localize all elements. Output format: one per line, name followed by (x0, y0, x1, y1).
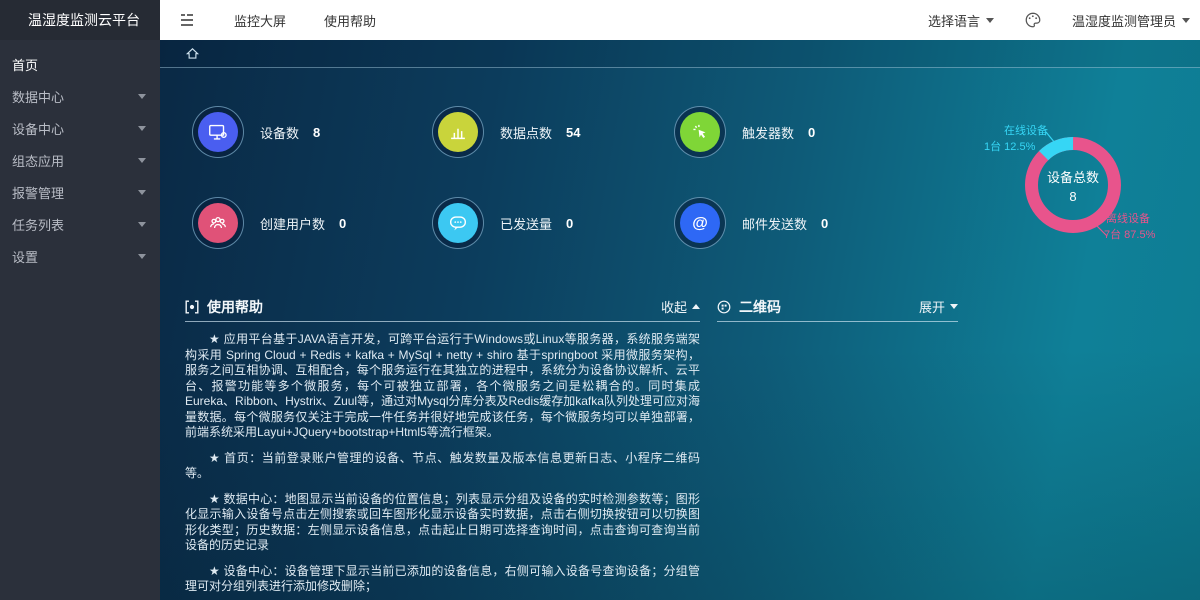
chevron-down-icon (986, 18, 994, 23)
stat-ring (432, 106, 484, 158)
legend-offline-value: 7台 87.5% (1104, 227, 1156, 241)
stat-device-count: 设备数 8 (192, 106, 320, 158)
user-name: 温湿度监测管理员 (1072, 11, 1176, 30)
legend-online-label: 在线设备 (1004, 123, 1048, 137)
sidebar-item-configuration-app[interactable]: 组态应用 (0, 144, 160, 176)
donut-center-value: 8 (1069, 189, 1076, 204)
user-menu[interactable]: 温湿度监测管理员 (1072, 11, 1190, 30)
help-panel-title: 使用帮助 (207, 297, 263, 317)
chevron-down-icon (138, 222, 146, 227)
sidebar-item-label: 组态应用 (12, 151, 64, 170)
device-total-donut-chart: 在线设备 1台 12.5% 离线设备 7台 87.5% 设备总数 8 (950, 102, 1200, 272)
help-panel-body: ★ 应用平台基于JAVA语言开发，可跨平台运行于Windows或Linux等服务… (185, 332, 700, 600)
qr-code-icon (717, 300, 731, 314)
stat-ring (192, 106, 244, 158)
stat-label: 已发送量 (500, 214, 552, 233)
chevron-down-icon (138, 94, 146, 99)
sidebar-item-data-center[interactable]: 数据中心 (0, 80, 160, 112)
stat-value: 0 (339, 216, 346, 231)
caret-up-icon (692, 304, 700, 309)
caret-down-icon (950, 304, 958, 309)
app-title: 温湿度监测云平台 (0, 0, 160, 40)
help-panel: 使用帮助 收起 (185, 296, 700, 322)
legend-offline-label: 离线设备 (1106, 211, 1150, 225)
language-label: 选择语言 (928, 11, 980, 30)
help-paragraph: ★ 应用平台基于JAVA语言开发，可跨平台运行于Windows或Linux等服务… (185, 332, 700, 441)
collapse-sidebar-icon[interactable] (178, 12, 196, 28)
stat-value: 54 (566, 125, 580, 140)
stat-sent-volume: 已发送量 0 (432, 197, 573, 249)
stat-ring (432, 197, 484, 249)
main-content: 设备数 8 数据点数 54 触发器数 0 (160, 40, 1200, 600)
sidebar-item-label: 任务列表 (12, 215, 64, 234)
chevron-down-icon (138, 126, 146, 131)
theme-palette-icon[interactable] (1024, 11, 1042, 29)
qr-expand-button[interactable]: 展开 (919, 297, 958, 316)
stat-label: 设备数 (260, 123, 299, 142)
stat-label: 邮件发送数 (742, 214, 807, 233)
qr-panel-header: 二维码 展开 (717, 296, 958, 322)
donut-center-label: 设备总数 (1047, 170, 1099, 185)
nav-monitor-screen[interactable]: 监控大屏 (234, 11, 286, 30)
collapse-label: 收起 (661, 297, 687, 316)
help-panel-header: 使用帮助 收起 (185, 296, 700, 322)
donut-slice-offline[interactable] (1032, 144, 1115, 227)
sidebar-item-task-list[interactable]: 任务列表 (0, 208, 160, 240)
help-paragraph: ★ 数据中心：地图显示当前设备的位置信息；列表显示分组及设备的实时检测参数等；图… (185, 492, 700, 554)
stat-created-users: 创建用户数 0 (192, 197, 346, 249)
sidebar-item-label: 设备中心 (12, 119, 64, 138)
nav-use-help[interactable]: 使用帮助 (324, 11, 376, 30)
stat-ring (192, 197, 244, 249)
help-collapse-button[interactable]: 收起 (661, 297, 700, 316)
trigger-click-icon (680, 112, 720, 152)
topbar: 监控大屏 使用帮助 选择语言 温湿度监测管理员 (160, 0, 1200, 40)
stat-data-points: 数据点数 54 (432, 106, 580, 158)
sidebar-item-home[interactable]: 首页 (0, 48, 160, 80)
stat-label: 触发器数 (742, 123, 794, 142)
stat-label: 数据点数 (500, 123, 552, 142)
language-selector[interactable]: 选择语言 (928, 11, 994, 30)
expand-label: 展开 (919, 297, 945, 316)
bar-chart-icon (438, 112, 478, 152)
sidebar: 温湿度监测云平台 首页 数据中心 设备中心 组态应用 报警管理 任务列表 设置 (0, 0, 160, 600)
sidebar-item-settings[interactable]: 设置 (0, 240, 160, 272)
stat-value: 8 (313, 125, 320, 140)
stat-emails-sent: @ 邮件发送数 0 (674, 197, 828, 249)
stat-triggers: 触发器数 0 (674, 106, 815, 158)
sidebar-item-label: 设置 (12, 247, 38, 266)
legend-online-value: 1台 12.5% (984, 139, 1036, 153)
breadcrumb (160, 40, 1200, 68)
sidebar-item-label: 数据中心 (12, 87, 64, 106)
chat-bubble-icon (438, 203, 478, 243)
chevron-down-icon (138, 158, 146, 163)
home-icon[interactable] (185, 46, 200, 61)
svg-text:@: @ (692, 215, 708, 232)
stat-ring (674, 106, 726, 158)
chevron-down-icon (138, 254, 146, 259)
monitor-gear-icon (198, 112, 238, 152)
at-sign-icon: @ (680, 203, 720, 243)
sidebar-item-device-center[interactable]: 设备中心 (0, 112, 160, 144)
sidebar-item-label: 报警管理 (12, 183, 64, 202)
help-paragraph: ★ 首页：当前登录账户管理的设备、节点、触发数量及版本信息更新日志、小程序二维码… (185, 451, 700, 482)
help-paragraph: ★ 设备中心：设备管理下显示当前已添加的设备信息，右侧可输入设备号查询设备；分组… (185, 564, 700, 595)
chevron-down-icon (1182, 18, 1190, 23)
stat-ring: @ (674, 197, 726, 249)
stat-label: 创建用户数 (260, 214, 325, 233)
stat-value: 0 (566, 216, 573, 231)
users-icon (198, 203, 238, 243)
sidebar-item-alarm-management[interactable]: 报警管理 (0, 176, 160, 208)
qr-panel: 二维码 展开 (717, 296, 958, 322)
sidebar-menu: 首页 数据中心 设备中心 组态应用 报警管理 任务列表 设置 (0, 40, 160, 272)
stat-value: 0 (808, 125, 815, 140)
sidebar-item-label: 首页 (12, 55, 38, 74)
focus-target-icon (185, 300, 199, 314)
qr-panel-title: 二维码 (739, 297, 781, 317)
stat-value: 0 (821, 216, 828, 231)
chevron-down-icon (138, 190, 146, 195)
